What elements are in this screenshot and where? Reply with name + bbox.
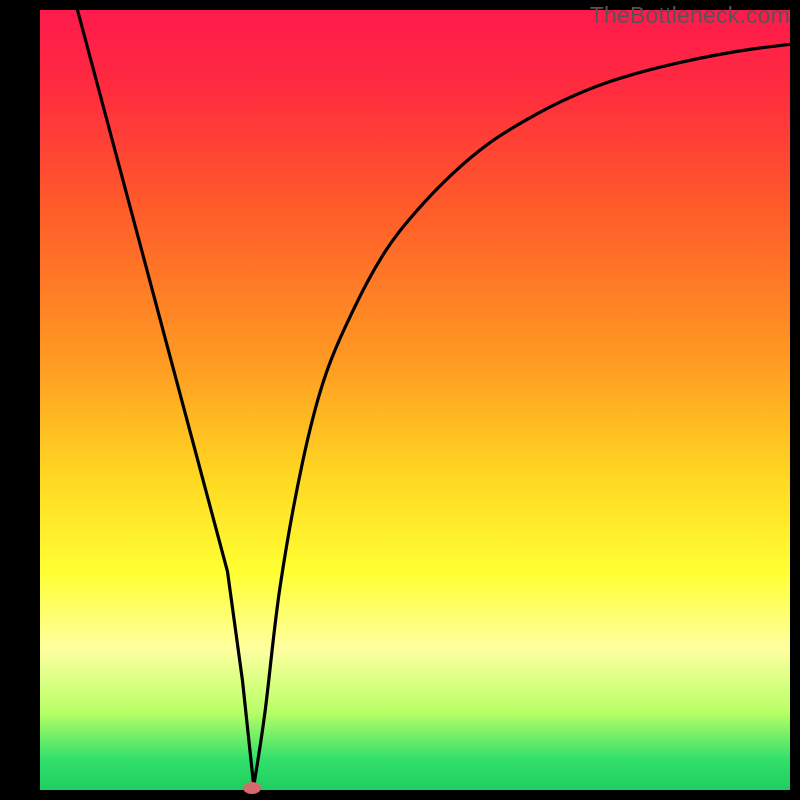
chart-frame <box>40 10 790 790</box>
chart-background-gradient <box>40 10 790 790</box>
chart-plot <box>40 10 790 790</box>
watermark-text: TheBottleneck.com <box>590 2 790 29</box>
optimum-marker <box>243 782 261 794</box>
